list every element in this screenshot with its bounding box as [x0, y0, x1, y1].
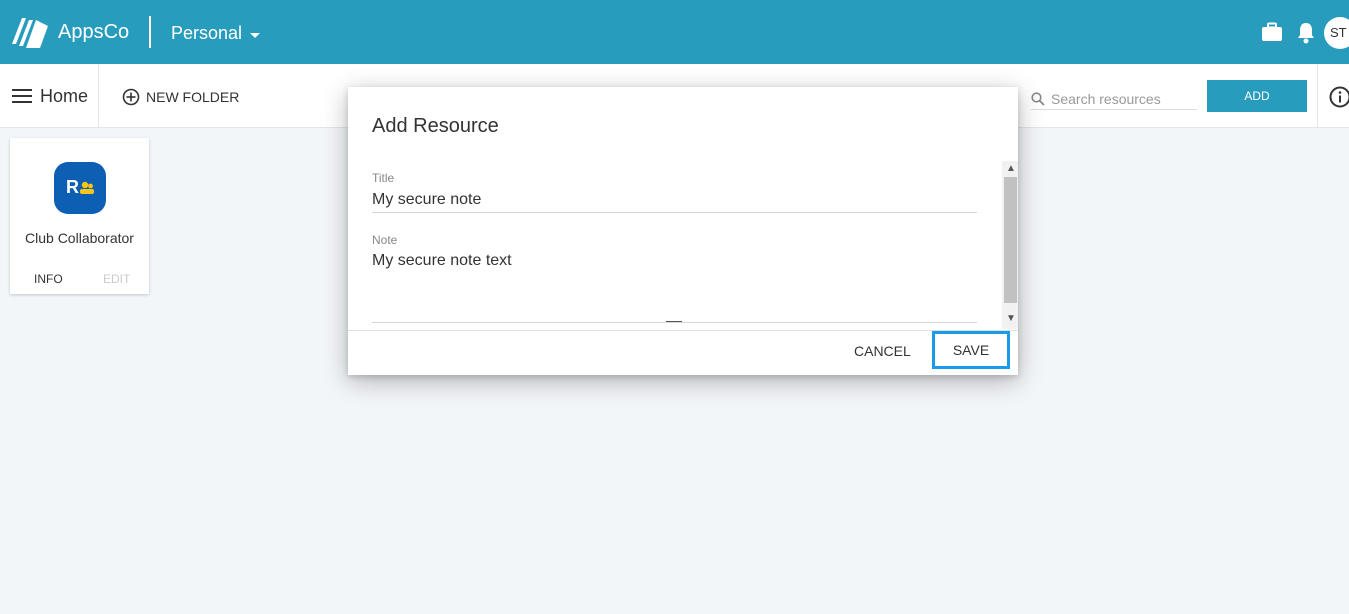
new-folder-label: NEW FOLDER — [146, 89, 240, 105]
brand-name: AppsCo — [58, 21, 130, 43]
resource-title: Club Collaborator — [25, 230, 134, 246]
toolbar-divider — [1317, 64, 1318, 128]
dialog-footer-divider — [348, 330, 1018, 331]
title-field-label: Title — [372, 171, 395, 185]
bell-icon[interactable] — [1296, 22, 1316, 44]
dialog-scrollbar[interactable]: ▲ ▼ — [1002, 161, 1018, 329]
title-field[interactable] — [372, 189, 972, 211]
users-icon — [80, 181, 94, 194]
add-resource-dialog: Add Resource Title Note My secure note t… — [348, 87, 1018, 375]
briefcase-icon[interactable] — [1262, 22, 1282, 42]
info-icon[interactable] — [1329, 86, 1349, 108]
app-icon: R — [54, 162, 106, 214]
workspace-label: Personal — [171, 23, 243, 43]
avatar[interactable]: ST — [1324, 17, 1349, 49]
new-folder-button[interactable]: NEW FOLDER — [122, 88, 239, 106]
add-button[interactable]: ADD — [1207, 80, 1307, 112]
scroll-up-icon[interactable]: ▲ — [1006, 163, 1016, 174]
search-input[interactable] — [1051, 90, 1191, 107]
scroll-down-icon[interactable]: ▼ — [1006, 313, 1016, 324]
workspace-selector[interactable]: Personal — [171, 23, 261, 44]
top-app-bar: AppsCo Personal ST — [0, 0, 1349, 64]
brand-divider — [149, 16, 151, 48]
dialog-body: Title Note My secure note text — [348, 159, 1018, 329]
note-field-label: Note — [372, 233, 398, 247]
logo-icon[interactable] — [10, 14, 50, 50]
menu-icon[interactable] — [12, 89, 32, 103]
toolbar-divider — [98, 64, 99, 128]
edit-button[interactable]: EDIT — [103, 272, 130, 286]
dialog-title: Add Resource — [372, 115, 499, 137]
scroll-thumb[interactable] — [1004, 177, 1017, 303]
save-button[interactable]: SAVE — [932, 331, 1010, 369]
cancel-button[interactable]: CANCEL — [854, 343, 911, 359]
add-circle-icon — [122, 88, 140, 106]
note-field[interactable]: My secure note text — [372, 252, 972, 316]
note-field-underline — [372, 322, 977, 323]
resource-card[interactable]: R Club Collaborator INFO EDIT — [10, 138, 149, 294]
breadcrumb-home[interactable]: Home — [40, 86, 88, 107]
caret-down-icon — [250, 32, 261, 38]
search-icon — [1031, 91, 1045, 106]
title-field-underline — [372, 212, 977, 213]
app-icon-letter: R — [66, 177, 79, 197]
info-button[interactable]: INFO — [34, 272, 63, 286]
search-box — [1031, 88, 1197, 110]
